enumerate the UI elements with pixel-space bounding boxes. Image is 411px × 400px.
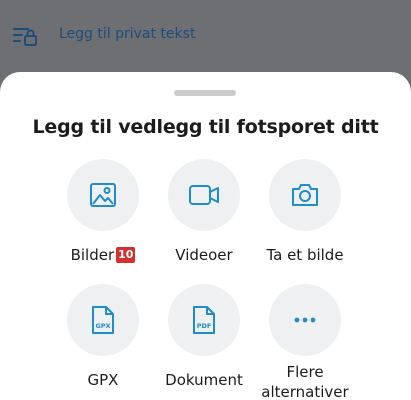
option-videos-circle[interactable] [168,159,240,231]
option-videos-label: Videoer [175,246,233,264]
gpx-file-icon: GPX [90,305,116,335]
drag-handle[interactable] [174,90,236,96]
option-pictures-label: Bilder [70,246,115,264]
option-pictures-circle[interactable] [67,159,139,231]
svg-text:PDF: PDF [197,322,212,330]
option-gpx[interactable]: GPX GPX [48,284,158,390]
attachment-sheet: Legg til vedlegg til fotsporet ditt Bild… [0,72,411,400]
count-badge: 10 [116,247,136,263]
private-text-label: Legg til privat tekst [59,26,196,42]
sheet-title: Legg til vedlegg til fotsporet ditt [32,116,379,138]
option-document-label: Dokument [165,371,243,389]
video-icon [188,183,220,207]
option-gpx-circle[interactable]: GPX [67,284,139,356]
option-document[interactable]: PDF Dokument [149,284,259,390]
option-pictures[interactable]: Bilder 10 [48,159,158,265]
option-document-circle[interactable]: PDF [168,284,240,356]
option-more-label: Flere alternativer [261,363,349,400]
option-more-circle[interactable] [269,284,341,356]
camera-icon [290,182,320,208]
private-text-icon [12,24,40,48]
option-take-photo-label: Ta et bilde [266,246,344,264]
option-gpx-label: GPX [87,371,119,389]
option-take-photo-circle[interactable] [269,159,341,231]
option-more[interactable]: Flere alternativer [250,284,360,400]
pdf-file-icon: PDF [191,305,217,335]
option-take-photo[interactable]: Ta et bilde [250,159,360,265]
svg-text:GPX: GPX [95,322,110,330]
more-icon [293,317,317,323]
private-text-row[interactable]: Legg til privat tekst [0,0,411,72]
option-videos[interactable]: Videoer [149,159,259,265]
image-icon [89,182,117,208]
